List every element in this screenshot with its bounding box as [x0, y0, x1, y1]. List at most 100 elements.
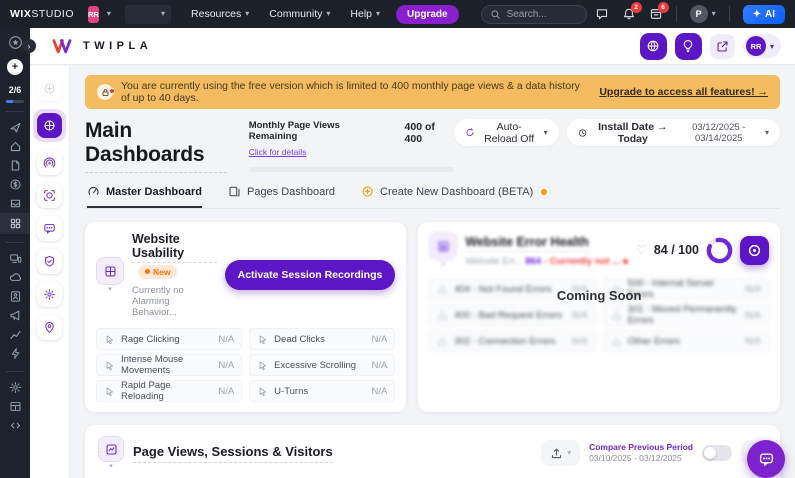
ai-button[interactable]: ✦ AI [743, 5, 785, 24]
sidebar-item-documents[interactable] [0, 156, 30, 175]
feedback-button[interactable] [595, 7, 609, 21]
twipla-account-menu[interactable]: RR ▾ [743, 34, 781, 58]
sidebar-item-dashboards-active[interactable] [33, 109, 66, 142]
upgrade-button[interactable]: Upgrade [396, 5, 459, 24]
account-menu[interactable]: P ▾ [690, 5, 716, 23]
language-button[interactable] [640, 33, 667, 60]
sidebar-item-inbox[interactable] [0, 194, 30, 213]
chevron-down-icon: ▾ [109, 463, 113, 470]
sidebar-item-visitor-insights[interactable] [37, 150, 62, 175]
sidebar-item-apps[interactable] [0, 213, 30, 234]
menu-community[interactable]: Community▾ [263, 8, 336, 20]
new-badge: New [138, 265, 177, 279]
sidebar-item-automations[interactable] [0, 344, 30, 363]
chevron-down-icon: ▾ [712, 10, 716, 18]
chevron-down-icon: ▾ [326, 10, 330, 18]
search-box[interactable] [481, 5, 587, 24]
metric-row[interactable]: Rapid Page ReloadingN/A [96, 380, 242, 402]
gauge-icon [87, 185, 100, 198]
cursor-icon [104, 360, 115, 371]
sidebar-collapse-button[interactable]: › [22, 39, 36, 53]
section-icon[interactable]: ▾ [98, 436, 124, 470]
sidebar-item-site[interactable] [0, 249, 30, 268]
sidebar-item-settings[interactable] [37, 282, 62, 307]
main-content: You are currently using the free version… [70, 66, 795, 478]
sidebar-item-overview[interactable] [37, 76, 62, 101]
cursor-icon [104, 334, 115, 345]
metric-row[interactable]: Rage ClickingN/A [96, 328, 242, 350]
screen: WIXSTUDIO RR ▾ ▾ Resources▾ Community▾ H… [0, 0, 795, 478]
inbox-button[interactable]: 6 [649, 7, 663, 21]
menu-resources[interactable]: Resources▾ [185, 8, 255, 20]
sidebar-item-payments[interactable] [0, 175, 30, 194]
search-input[interactable] [507, 9, 578, 20]
sidebar-item-privacy[interactable] [37, 249, 62, 274]
tab-master-dashboard[interactable]: Master Dashboard [87, 185, 202, 208]
sidebar-item-session-recordings[interactable] [37, 183, 62, 208]
date-range-value: 03/12/2025 - 03/14/2025 [679, 122, 759, 144]
cursor-icon [257, 386, 268, 397]
chevron-down-icon: ▾ [544, 129, 548, 137]
sidebar-item-marketing[interactable] [0, 306, 30, 325]
quota-block[interactable]: Monthly Page Views Remaining Click for d… [249, 120, 454, 172]
chevron-down-icon[interactable]: ▾ [107, 10, 111, 18]
sidebar-item-media[interactable] [0, 268, 30, 287]
tab-label: Create New Dashboard (BETA) [380, 186, 533, 198]
notifications-button[interactable]: 2 [622, 7, 636, 21]
date-range-dropdown[interactable]: Install Date → Today 03/12/2025 - 03/14/… [567, 119, 780, 146]
setup-progress-bar [6, 100, 24, 103]
compare-toggle[interactable] [702, 445, 732, 461]
health-heart-icon: ♡ [636, 244, 647, 256]
export-button[interactable]: ▾ [541, 440, 580, 466]
add-button[interactable]: + [7, 59, 23, 75]
website-error-health-card: ▾ Website Error Health Website Err... 86… [418, 222, 780, 412]
sidebar-item-home[interactable] [0, 137, 30, 156]
cursor-icon [257, 334, 268, 345]
sidebar-item-contacts[interactable] [0, 287, 30, 306]
tab-create-new-dashboard[interactable]: Create New Dashboard (BETA) [361, 185, 547, 208]
banner-text: You are currently using the free version… [121, 80, 591, 104]
metric-row[interactable]: Dead ClicksN/A [249, 328, 395, 350]
quota-details-link[interactable]: Click for details [249, 147, 307, 157]
sidebar-item-release[interactable] [0, 118, 30, 137]
dashboard-tabs: Master Dashboard Pages Dashboard Create … [85, 185, 780, 209]
sidebar-item-dev-tools[interactable] [0, 416, 30, 435]
usability-metrics: Rage ClickingN/A Dead ClicksN/A Intense … [96, 328, 395, 402]
sidebar-item-analytics[interactable] [0, 325, 30, 344]
chevron-down-icon: ▾ [161, 10, 165, 18]
tips-button[interactable] [675, 33, 702, 60]
chevron-down-icon: ▾ [770, 42, 774, 51]
usability-card-icon[interactable]: ▾ [96, 257, 124, 293]
site-selector-dropdown[interactable]: ▾ [125, 5, 171, 24]
workspace-badge[interactable]: RR [88, 6, 99, 23]
menu-help[interactable]: Help ▾ [344, 8, 386, 20]
sidebar-item-settings[interactable] [0, 378, 30, 397]
metric-row[interactable]: Excessive ScrollingN/A [249, 354, 395, 376]
tab-pages-dashboard[interactable]: Pages Dashboard [228, 185, 335, 208]
open-external-button[interactable] [710, 34, 735, 59]
metric-row[interactable]: Intense Mouse MovementsN/A [96, 354, 242, 376]
chevron-down-icon: ▾ [442, 261, 446, 268]
metric-row[interactable]: U-TurnsN/A [249, 380, 395, 402]
chevron-down-icon: ▾ [376, 10, 380, 18]
metric-row: 400 - Bad Request ErrorsN/A [429, 304, 595, 326]
sidebar-item-communication[interactable] [37, 216, 62, 241]
clock-icon [578, 127, 587, 139]
activate-session-recordings-button[interactable]: Activate Session Recordings [225, 260, 396, 290]
auto-reload-dropdown[interactable]: Auto-Reload Off ▾ [454, 119, 559, 146]
website-usability-card: ▾ Website Usability New Currently no Ala… [85, 222, 406, 412]
compare-range: 03/10/2025 - 03/12/2025 [589, 453, 693, 464]
metric-row: 302 - Connection ErrorsN/A [429, 330, 595, 352]
menu-label: Help [350, 8, 372, 20]
wix-studio-logo[interactable]: WIXSTUDIO [10, 8, 74, 20]
record-button[interactable] [740, 236, 769, 265]
support-chat-button[interactable] [747, 440, 785, 478]
alert-dot [109, 88, 115, 94]
lock-icon [97, 84, 113, 100]
sidebar-item-visitor-location[interactable] [37, 315, 62, 340]
setup-progress-label[interactable]: 2/6 [9, 85, 22, 95]
upgrade-link[interactable]: Upgrade to access all features! → [599, 86, 768, 98]
error-card-icon[interactable]: ▾ [429, 232, 457, 268]
sidebar-item-content-manager[interactable] [0, 397, 30, 416]
warning-icon [611, 336, 622, 347]
